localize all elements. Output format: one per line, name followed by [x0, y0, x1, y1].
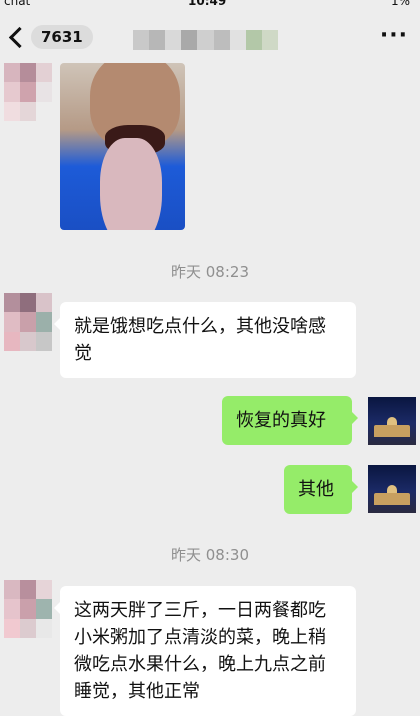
battery-indicator: 1%: [390, 0, 410, 8]
message-bubble-outgoing[interactable]: 其他: [284, 465, 358, 514]
chat-header: 7631 ···: [0, 12, 420, 62]
contact-avatar[interactable]: [4, 293, 52, 351]
message-bubble-incoming[interactable]: 就是饿想吃点什么，其他没啥感觉: [54, 302, 356, 378]
carrier-label: chat: [4, 0, 31, 8]
message-bubble-outgoing[interactable]: 恢复的真好: [222, 396, 358, 445]
message-timestamp: 昨天 08:30: [171, 546, 249, 564]
clock: 10:49: [188, 0, 227, 8]
contact-avatar[interactable]: [4, 63, 52, 121]
message-timestamp: 昨天 08:23: [171, 263, 249, 281]
contact-avatar[interactable]: [4, 580, 52, 638]
my-avatar[interactable]: [368, 465, 416, 513]
chevron-left-icon: [8, 26, 31, 48]
my-avatar[interactable]: [368, 397, 416, 445]
message-bubble-incoming[interactable]: 这两天胖了三斤，一日两餐都吃小米粥加了点清淡的菜，晚上稍微吃点水果什么，晚上九点…: [54, 586, 356, 716]
chat-photo[interactable]: [60, 63, 185, 230]
back-button[interactable]: 7631: [6, 21, 93, 53]
chat-title-redacted: [133, 30, 278, 50]
unread-count-badge: 7631: [31, 25, 93, 49]
status-bar: chat 10:49 1%: [0, 0, 420, 12]
more-options-icon[interactable]: ···: [380, 25, 408, 47]
